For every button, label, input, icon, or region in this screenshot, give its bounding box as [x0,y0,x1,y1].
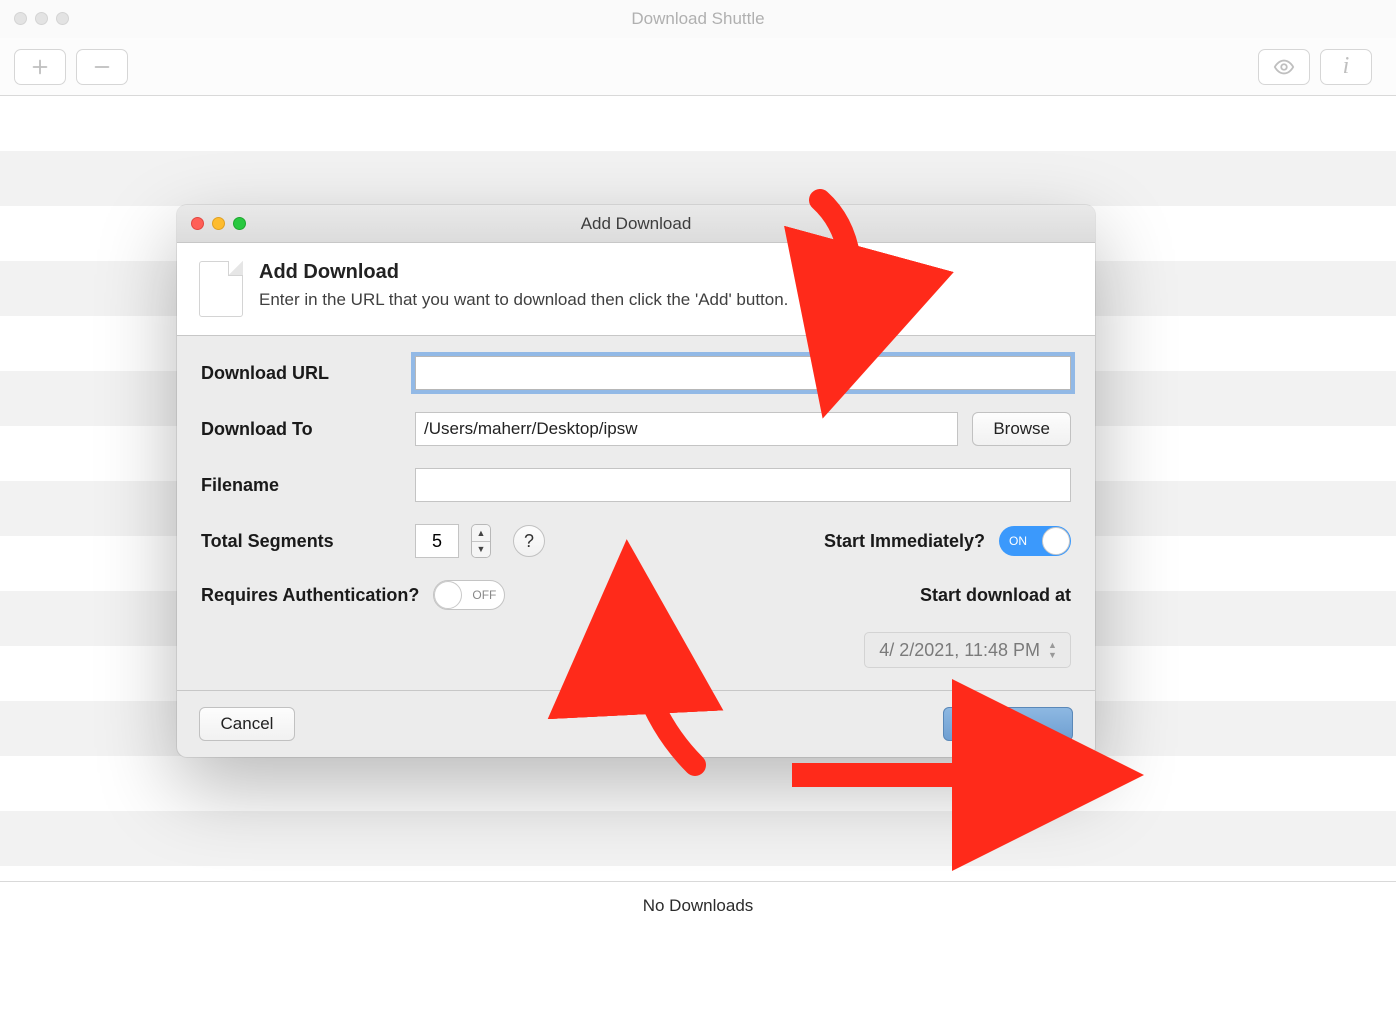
total-segments-input[interactable] [415,524,459,558]
dialog-traffic-lights [177,217,246,230]
download-url-label: Download URL [201,363,401,384]
add-download-dialog: Add Download Add Download Enter in the U… [177,205,1095,757]
download-url-input[interactable] [415,356,1071,390]
remove-download-button[interactable] [76,49,128,85]
minimize-icon[interactable] [35,12,48,25]
total-segments-label: Total Segments [201,531,401,552]
toggle-knob-icon [434,581,462,609]
view-button[interactable] [1258,49,1310,85]
toggle-knob-icon [1042,527,1070,555]
eye-icon [1273,56,1295,78]
dialog-titlebar: Add Download [177,205,1095,243]
chevron-up-icon[interactable]: ▲ [472,525,490,542]
toggle-on-label: ON [1009,534,1027,548]
filename-input[interactable] [415,468,1071,502]
dialog-body: Download URL Download To Browse Filename… [177,336,1095,690]
main-traffic-lights [0,12,69,25]
file-icon [199,261,243,317]
dialog-footer: Cancel Add [177,690,1095,757]
status-bar: No Downloads [0,881,1396,929]
dialog-title: Add Download [177,214,1095,234]
cancel-button[interactable]: Cancel [199,707,295,741]
zoom-icon[interactable] [56,12,69,25]
close-icon[interactable] [191,217,204,230]
info-icon: i [1343,53,1350,80]
main-titlebar: Download Shuttle [0,0,1396,38]
requires-auth-toggle[interactable]: OFF [433,580,505,610]
download-to-input[interactable] [415,412,958,446]
dialog-header: Add Download Enter in the URL that you w… [177,243,1095,336]
datetime-stepper[interactable]: ▲ ▼ [1048,640,1064,660]
chevron-down-icon[interactable]: ▼ [472,542,490,558]
start-datetime-value: 4/ 2/2021, 11:48 PM [879,640,1040,661]
start-download-at-label: Start download at [920,585,1071,606]
plus-icon [29,56,51,78]
start-immediately-label: Start Immediately? [824,531,985,552]
status-text: No Downloads [643,896,754,916]
download-to-label: Download To [201,419,401,440]
filename-label: Filename [201,475,401,496]
main-title: Download Shuttle [0,9,1396,29]
dialog-subtext: Enter in the URL that you want to downlo… [259,290,788,310]
browse-button[interactable]: Browse [972,412,1071,446]
zoom-icon[interactable] [233,217,246,230]
start-datetime-field[interactable]: 4/ 2/2021, 11:48 PM ▲ ▼ [864,632,1071,668]
close-icon[interactable] [14,12,27,25]
chevron-up-icon[interactable]: ▲ [1048,640,1064,650]
segments-stepper[interactable]: ▲ ▼ [471,524,491,558]
start-immediately-toggle[interactable]: ON [999,526,1071,556]
minimize-icon[interactable] [212,217,225,230]
dialog-heading: Add Download [259,261,788,284]
toolbar: i [0,38,1396,96]
toggle-off-label: OFF [472,588,496,602]
chevron-down-icon[interactable]: ▼ [1048,650,1064,660]
requires-auth-label: Requires Authentication? [201,585,419,606]
segments-help-button[interactable]: ? [513,525,545,557]
add-download-button[interactable] [14,49,66,85]
minus-icon [91,56,113,78]
add-button[interactable]: Add [943,707,1073,741]
info-button[interactable]: i [1320,49,1372,85]
